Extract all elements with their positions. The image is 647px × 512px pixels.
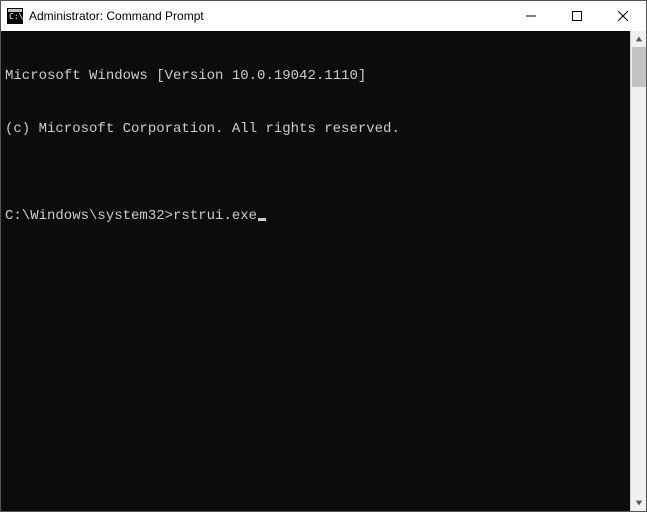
window-title: Administrator: Command Prompt xyxy=(29,9,508,23)
prompt-line: C:\Windows\system32>rstrui.exe xyxy=(5,208,626,226)
maximize-button[interactable] xyxy=(554,1,600,31)
window-controls xyxy=(508,1,646,31)
titlebar[interactable]: C:\ Administrator: Command Prompt xyxy=(1,1,646,31)
vertical-scrollbar[interactable] xyxy=(630,31,646,511)
content-area: Microsoft Windows [Version 10.0.19042.11… xyxy=(1,31,646,511)
scroll-down-button[interactable] xyxy=(631,495,646,511)
cmd-icon: C:\ xyxy=(7,8,23,24)
scroll-up-button[interactable] xyxy=(631,31,646,47)
version-line: Microsoft Windows [Version 10.0.19042.11… xyxy=(5,68,626,86)
terminal[interactable]: Microsoft Windows [Version 10.0.19042.11… xyxy=(1,31,630,511)
scroll-thumb[interactable] xyxy=(632,47,646,87)
prompt-path: C:\Windows\system32> xyxy=(5,208,173,226)
svg-text:C:\: C:\ xyxy=(9,12,23,21)
command-prompt-window: C:\ Administrator: Command Prompt Micros… xyxy=(0,0,647,512)
text-cursor xyxy=(258,218,266,221)
typed-command: rstrui.exe xyxy=(173,208,257,226)
copyright-line: (c) Microsoft Corporation. All rights re… xyxy=(5,121,626,139)
close-button[interactable] xyxy=(600,1,646,31)
minimize-button[interactable] xyxy=(508,1,554,31)
